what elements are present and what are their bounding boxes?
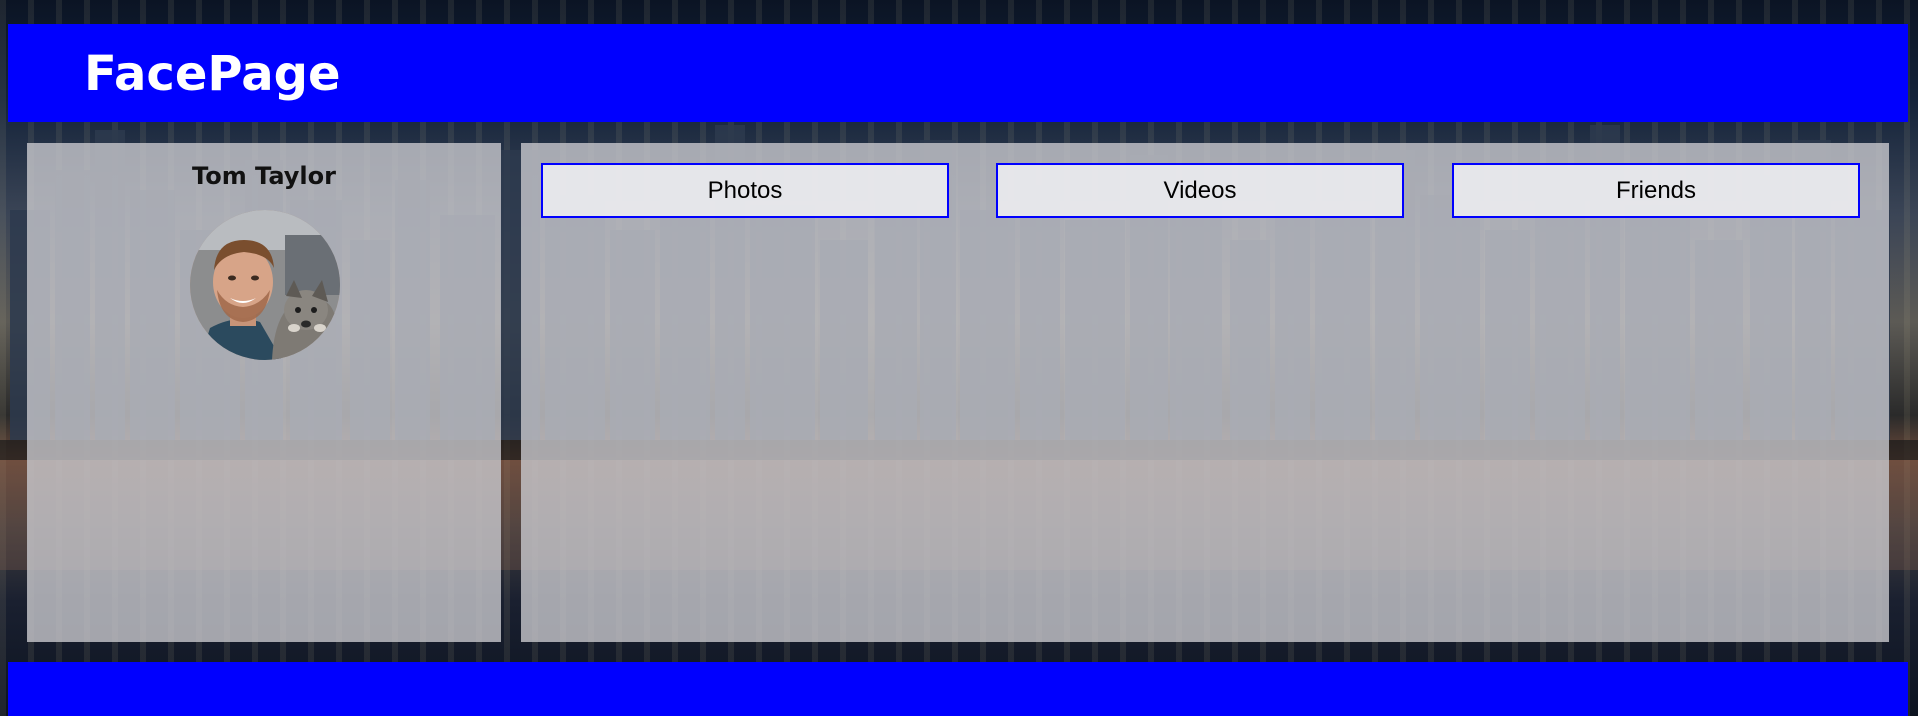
- profile-photo-icon: [190, 210, 340, 360]
- site-footer: [8, 662, 1908, 716]
- profile-panel: Tom Taylor: [27, 143, 501, 642]
- videos-tab-button[interactable]: Videos: [996, 163, 1404, 218]
- photos-tab-button[interactable]: Photos: [541, 163, 949, 218]
- friends-tab-button[interactable]: Friends: [1452, 163, 1860, 218]
- content-panel: Photos Videos Friends: [521, 143, 1889, 642]
- site-logo[interactable]: FacePage: [84, 46, 341, 102]
- profile-photo-avatar[interactable]: [190, 210, 340, 360]
- site-header: FacePage: [8, 24, 1908, 122]
- profile-name: Tom Taylor: [192, 162, 336, 190]
